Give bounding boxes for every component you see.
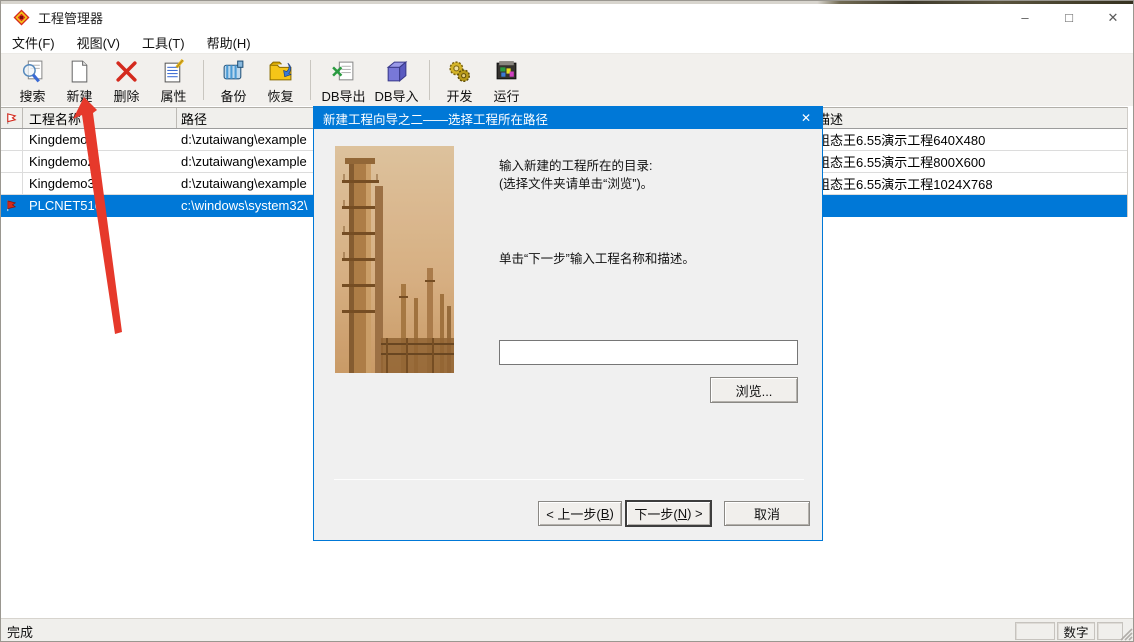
toolbar-button-label: DB导入: [374, 86, 418, 105]
row-flag-cell: [1, 173, 23, 194]
row-flag-cell: [1, 129, 23, 150]
window-title: 工程管理器: [38, 8, 103, 27]
column-header-project-name[interactable]: 工程名称: [23, 108, 177, 128]
toolbar-button-properties[interactable]: 属性: [150, 56, 197, 104]
window-controls: – □ ✕: [1003, 4, 1134, 31]
delete-icon: [114, 59, 139, 84]
toolbar-button-search[interactable]: 搜索: [9, 56, 56, 104]
project-desc-cell: 组态王6.55演示工程1024X768: [813, 173, 1121, 194]
back-button[interactable]: < 上一步(B): [538, 501, 622, 526]
instruction-line-3: 单击“下一步”输入工程名称和描述。: [499, 250, 695, 268]
project-desc-cell: 组态王6.55演示工程800X600: [813, 151, 1121, 172]
toolbar-button-label: 删除: [113, 86, 139, 105]
menu-bar: 文件(F) 视图(V) 工具(T) 帮助(H): [1, 31, 1134, 54]
toolbar-button-label: DB导出: [321, 86, 365, 105]
status-panel-1: [1015, 622, 1055, 640]
column-header-flag[interactable]: [1, 108, 23, 128]
project-desc-cell: [813, 195, 1121, 216]
project-desc-cell: 组态王6.55演示工程640X480: [813, 129, 1121, 150]
toolbar: 搜索 新建 删除 属性: [1, 54, 1134, 106]
develop-icon: [447, 59, 472, 84]
toolbar-button-label: 运行: [493, 86, 519, 105]
run-icon: [494, 59, 519, 84]
kingview-app-icon: [13, 9, 30, 26]
toolbar-separator: [203, 60, 204, 100]
db-import-icon: [384, 59, 409, 84]
flag-icon: [5, 112, 18, 125]
toolbar-button-delete[interactable]: 删除: [103, 56, 150, 104]
menu-view[interactable]: 视图(V): [66, 30, 131, 55]
menu-help[interactable]: 帮助(H): [196, 30, 262, 55]
toolbar-button-label: 恢复: [267, 86, 293, 105]
project-name-cell: Kingdemo1: [23, 129, 177, 150]
status-bar: 完成 数字: [1, 618, 1134, 642]
toolbar-separator: [429, 60, 430, 100]
cancel-button[interactable]: 取消: [724, 501, 810, 526]
menu-tools[interactable]: 工具(T): [131, 30, 196, 55]
toolbar-button-develop[interactable]: 开发: [436, 56, 483, 104]
toolbar-button-backup[interactable]: 备份: [210, 56, 257, 104]
new-document-icon: [67, 59, 92, 84]
properties-icon: [161, 59, 186, 84]
app-window: 工程管理器 – □ ✕ 文件(F) 视图(V) 工具(T) 帮助(H) 搜索: [0, 0, 1134, 642]
row-flag-cell: [1, 195, 23, 216]
maximize-button[interactable]: □: [1047, 4, 1091, 31]
toolbar-button-label: 属性: [160, 86, 186, 105]
instruction-text: 输入新建的工程所在的目录: (选择文件夹请单击“浏览”)。: [499, 157, 653, 193]
dialog-separator: [334, 479, 804, 480]
toolbar-button-new[interactable]: 新建: [56, 56, 103, 104]
instruction-line-2: (选择文件夹请单击“浏览”)。: [499, 175, 653, 193]
toolbar-button-label: 新建: [66, 86, 92, 105]
project-name-cell: PLCNET510: [23, 195, 177, 216]
dialog-title: 新建工程向导之二——选择工程所在路径: [323, 109, 548, 128]
resize-grip[interactable]: [1120, 628, 1133, 641]
project-name-cell: Kingdemo2: [23, 151, 177, 172]
next-button[interactable]: 下一步(N) >: [625, 500, 712, 527]
status-text: 完成: [7, 622, 33, 641]
dialog-close-button[interactable]: ✕: [790, 107, 822, 129]
row-flag-cell: [1, 151, 23, 172]
project-name-cell: Kingdemo3: [23, 173, 177, 194]
column-header-description[interactable]: 描述: [813, 108, 1121, 128]
refinery-photo: [335, 146, 454, 373]
menu-file[interactable]: 文件(F): [1, 30, 66, 55]
toolbar-button-restore[interactable]: 恢复: [257, 56, 304, 104]
new-project-wizard-dialog: 新建工程向导之二——选择工程所在路径 ✕: [313, 106, 823, 541]
directory-input[interactable]: [499, 340, 798, 365]
restore-icon: [268, 59, 293, 84]
toolbar-button-label: 开发: [446, 86, 472, 105]
toolbar-separator: [310, 60, 311, 100]
browse-button[interactable]: 浏览...: [710, 377, 798, 403]
status-panel-numlock: 数字: [1057, 622, 1095, 640]
title-bar: 工程管理器 – □ ✕: [1, 4, 1134, 31]
instruction-line-1: 输入新建的工程所在的目录:: [499, 157, 653, 175]
toolbar-button-label: 搜索: [19, 86, 45, 105]
backup-icon: [221, 59, 246, 84]
dialog-title-bar[interactable]: 新建工程向导之二——选择工程所在路径: [314, 107, 822, 129]
toolbar-button-db-import[interactable]: DB导入: [370, 56, 423, 104]
minimize-button[interactable]: –: [1003, 4, 1047, 31]
search-icon: [20, 59, 45, 84]
flag-icon: [5, 199, 18, 212]
toolbar-button-db-export[interactable]: DB导出: [317, 56, 370, 104]
toolbar-button-run[interactable]: 运行: [483, 56, 530, 104]
db-export-icon: [331, 59, 356, 84]
close-button[interactable]: ✕: [1091, 4, 1134, 31]
toolbar-button-label: 备份: [220, 86, 246, 105]
